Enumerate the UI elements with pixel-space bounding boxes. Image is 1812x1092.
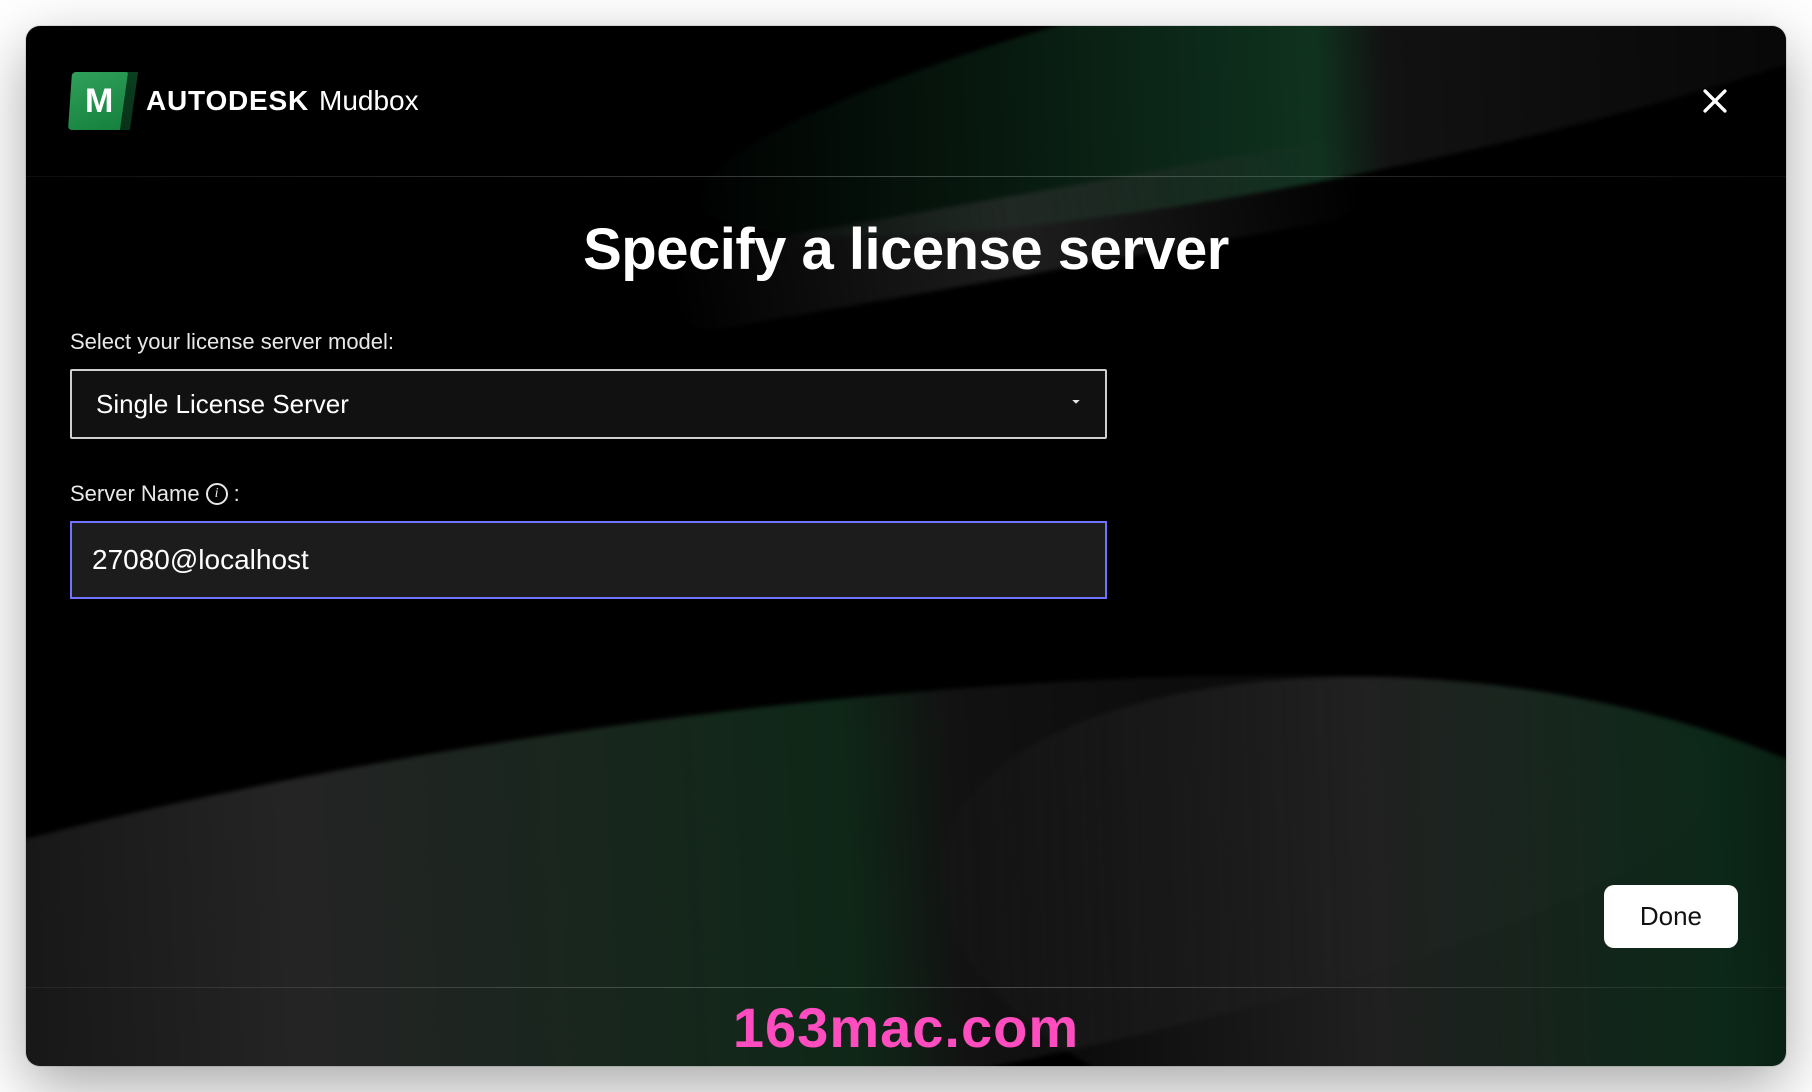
server-name-input[interactable] [70,521,1107,599]
watermark-text: 163mac.com [733,995,1079,1060]
done-button-label: Done [1640,901,1702,931]
server-model-select[interactable]: Single License Server [70,369,1107,439]
server-model-label: Select your license server model: [70,329,1742,355]
server-name-label: Server Name i : [70,481,1742,507]
dialog-content: Specify a license server Select your lic… [26,176,1786,599]
info-icon[interactable]: i [206,483,228,505]
license-dialog-window: M AUTODESK Mudbox Specify a license serv… [26,26,1786,1066]
brand-name-product: Mudbox [319,85,419,117]
dialog-title: Specify a license server [70,216,1742,283]
decorative-streak [26,575,1743,1066]
product-brand: M AUTODESK Mudbox [70,72,419,130]
close-button[interactable] [1688,74,1742,128]
dialog-header: M AUTODESK Mudbox [26,26,1786,176]
logo-letter: M [85,82,113,121]
mudbox-logo-icon: M [68,72,130,130]
brand-name-strong: AUTODESK [146,85,309,117]
footer-divider [26,987,1786,988]
done-button[interactable]: Done [1604,885,1738,948]
server-model-select-wrap: Single License Server [70,369,1107,439]
close-icon [1698,84,1732,118]
server-name-input-wrap [70,521,1107,599]
